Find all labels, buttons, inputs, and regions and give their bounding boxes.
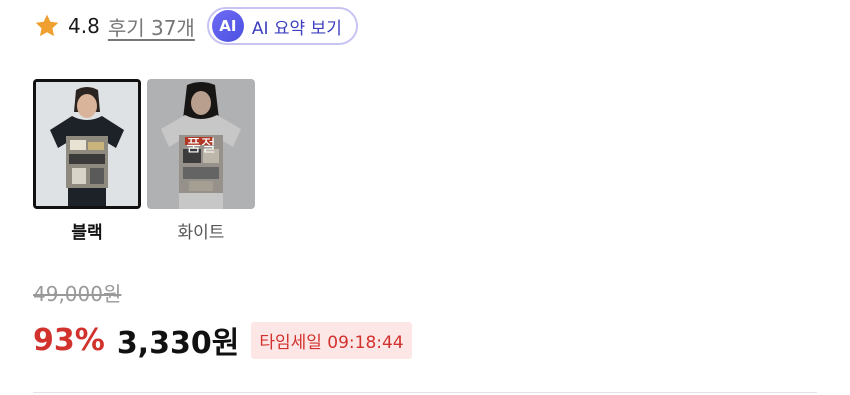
time-sale-badge: 타임세일 09:18:44 xyxy=(251,321,412,359)
price-row: 93% 3,330원 타임세일 09:18:44 xyxy=(33,318,412,362)
sold-out-overlay: 품절 xyxy=(147,79,255,209)
black-tshirt-photo xyxy=(36,82,138,206)
rating-value: 4.8 xyxy=(68,14,100,38)
divider xyxy=(33,392,817,393)
sale-price: 3,330원 xyxy=(116,326,240,361)
original-price: 49,000원 xyxy=(33,282,122,306)
ai-summary-label: AI 요약 보기 xyxy=(251,18,342,39)
rating-row: 4.8 후기 37개 AI AI 요약 보기 xyxy=(33,7,358,45)
ai-summary-button[interactable]: AI AI 요약 보기 xyxy=(206,7,358,45)
star-icon xyxy=(35,14,59,37)
color-option-white[interactable]: 품절 xyxy=(147,79,255,209)
color-label-white: 화이트 xyxy=(177,223,225,243)
color-option-black[interactable] xyxy=(33,79,141,209)
discount-rate: 93% xyxy=(33,322,105,358)
ai-badge-icon: AI xyxy=(211,10,244,42)
color-label-black: 블랙 xyxy=(71,223,103,243)
review-count-link[interactable]: 후기 37개 xyxy=(108,12,195,41)
